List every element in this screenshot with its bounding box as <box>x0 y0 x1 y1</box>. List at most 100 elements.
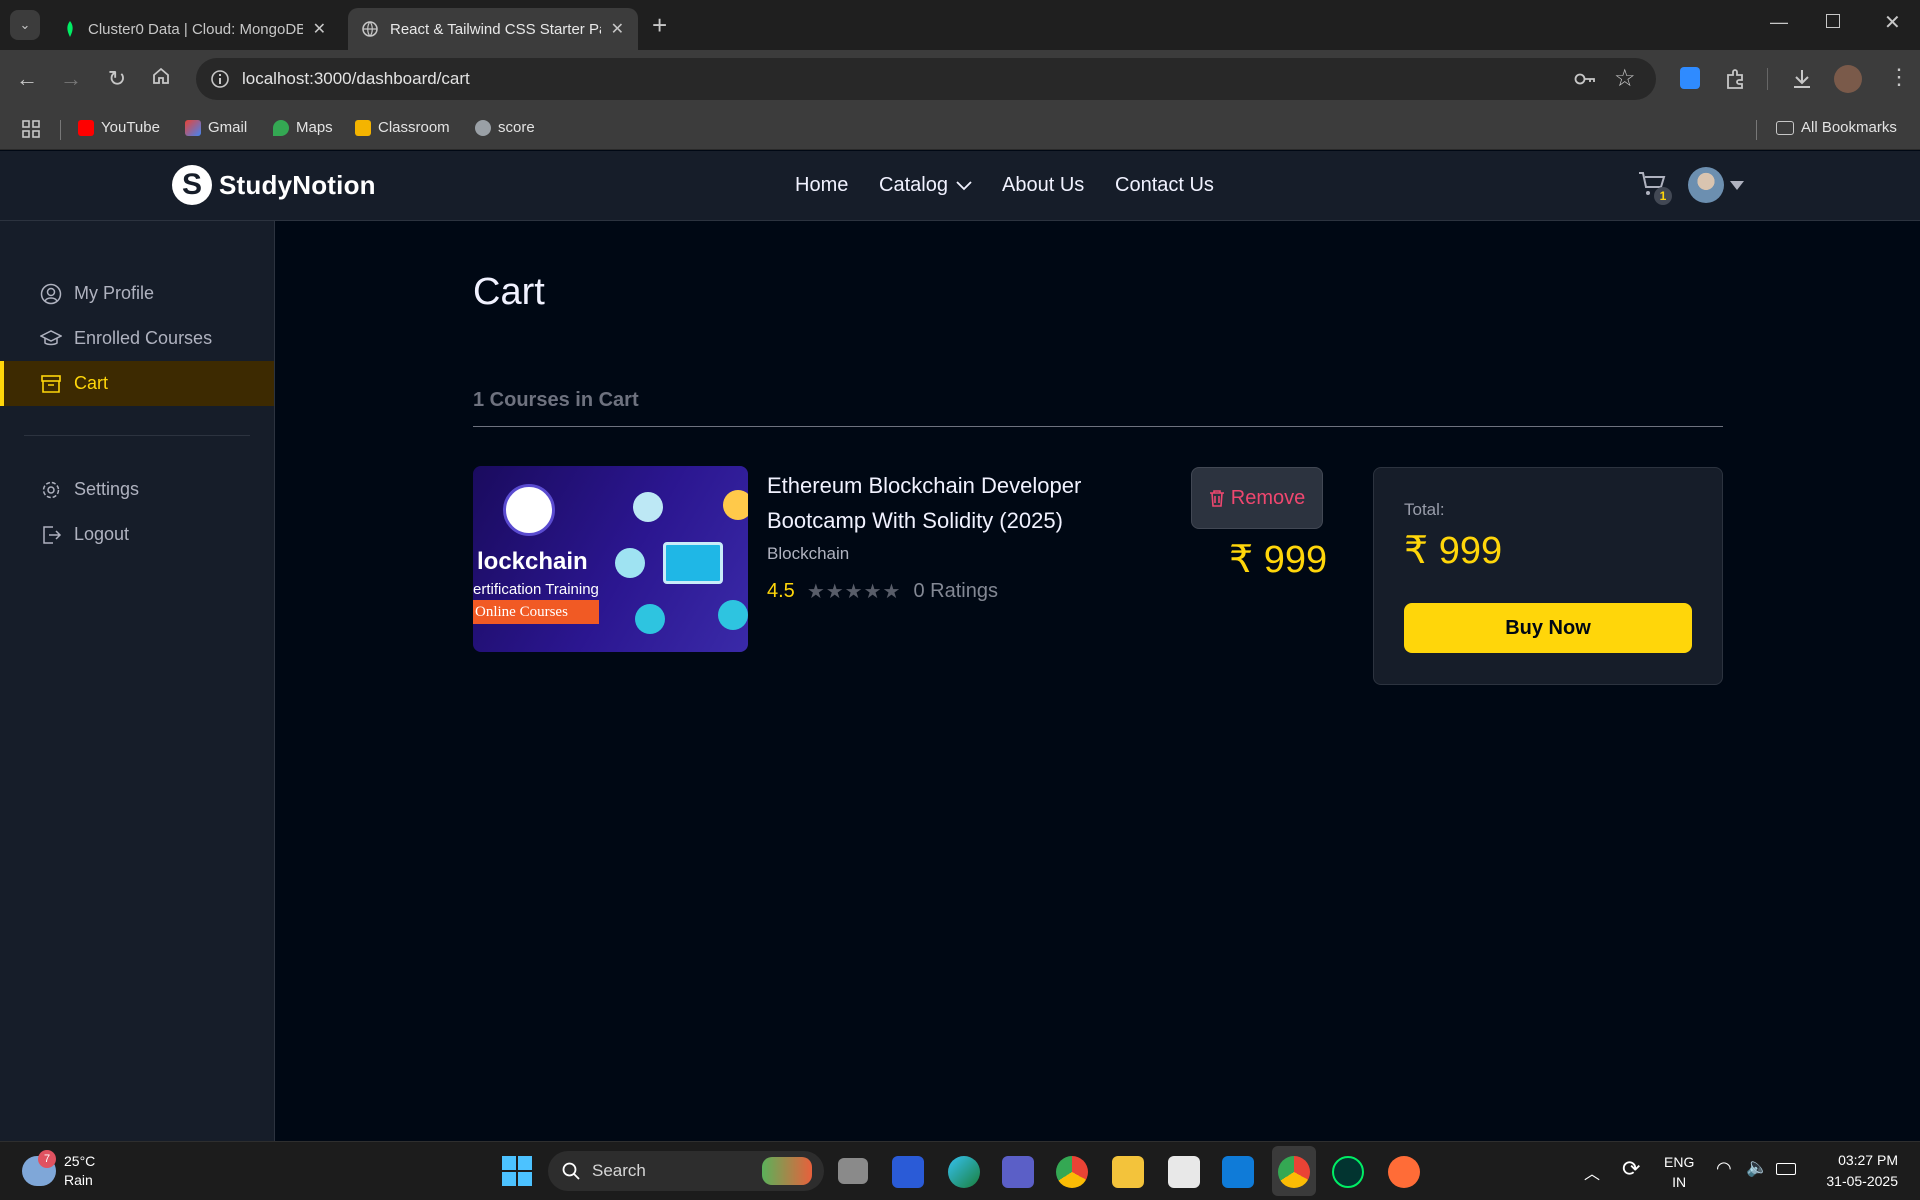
postman-icon[interactable] <box>1388 1156 1420 1188</box>
archive-icon <box>41 374 61 393</box>
clock[interactable]: 03:27 PM 31-05-2025 <box>1812 1150 1898 1192</box>
new-tab-button[interactable]: + <box>652 10 667 41</box>
home-button[interactable] <box>148 66 174 92</box>
taskbar-search[interactable]: Search <box>548 1151 824 1191</box>
weather-temp: 25°C <box>64 1153 96 1169</box>
browser-menu-icon[interactable]: ⋮ <box>1888 64 1910 90</box>
remove-button[interactable]: Remove <box>1191 467 1323 529</box>
weather-widget[interactable]: 7 25°C Rain <box>22 1150 96 1190</box>
caret-down-icon[interactable] <box>1730 181 1744 190</box>
nav-catalog[interactable]: Catalog <box>879 174 972 197</box>
buy-now-button[interactable]: Buy Now <box>1404 603 1692 653</box>
youtube-icon <box>78 119 94 136</box>
home-icon <box>153 67 169 84</box>
volume-icon[interactable]: 🔈 <box>1746 1157 1768 1178</box>
address-bar[interactable]: localhost:3000/dashboard/cart ☆ <box>196 58 1656 100</box>
close-window-button[interactable]: ✕ <box>1884 10 1901 35</box>
tray-overflow-icon[interactable]: ︿ <box>1584 1160 1600 1184</box>
sidebar-item-label: My Profile <box>74 283 155 303</box>
user-avatar[interactable] <box>1688 167 1724 203</box>
start-button[interactable] <box>502 1156 532 1186</box>
file-explorer-icon[interactable] <box>1112 1156 1144 1188</box>
cart-summary-card: Total: ₹ 999 Buy Now <box>1373 467 1723 685</box>
parrot-icon <box>762 1157 812 1185</box>
bookmark-maps[interactable]: Maps <box>273 119 333 136</box>
thumbnail-subtitle: ertification Training <box>473 581 599 598</box>
restore-button[interactable] <box>1826 14 1840 28</box>
sidebar-divider <box>24 435 250 436</box>
cart-button[interactable]: 1 <box>1638 171 1672 205</box>
battery-icon[interactable] <box>1776 1163 1796 1175</box>
extensions-puzzle-icon[interactable] <box>1724 67 1748 91</box>
classroom-icon <box>355 119 371 136</box>
course-price: ₹ 999 <box>1229 539 1328 581</box>
user-circle-icon <box>40 283 62 304</box>
bookmark-classroom[interactable]: Classroom <box>355 119 450 136</box>
bookmark-gmail[interactable]: Gmail <box>185 119 247 136</box>
course-title[interactable]: Ethereum Blockchain Developer Bootcamp W… <box>767 468 1081 538</box>
active-chrome-tile[interactable] <box>1272 1146 1316 1196</box>
weather-desc: Rain <box>64 1172 93 1188</box>
trash-icon <box>1209 490 1224 507</box>
app-navbar: S StudyNotion Home Catalog About Us Cont… <box>0 151 1920 221</box>
profile-avatar[interactable] <box>1834 65 1862 93</box>
task-view-icon[interactable] <box>838 1158 868 1184</box>
app-icon-blue[interactable] <box>892 1156 924 1188</box>
tab-react-tailwind[interactable]: React & Tailwind CSS Starter Pack ✕ <box>348 8 638 50</box>
teams-icon[interactable] <box>1002 1156 1034 1188</box>
sidebar-item-cart[interactable]: Cart <box>0 361 274 406</box>
cart-page: Cart 1 Courses in Cart lockchain ertific… <box>275 221 1920 1141</box>
nav-about[interactable]: About Us <box>1002 174 1084 197</box>
close-tab-icon[interactable]: ✕ <box>313 19 326 39</box>
mongodb-compass-icon[interactable] <box>1332 1156 1364 1188</box>
vscode-icon[interactable] <box>1222 1156 1254 1188</box>
sidebar-item-my-profile[interactable]: My Profile <box>0 271 274 316</box>
chrome-icon[interactable] <box>1056 1156 1088 1188</box>
sidebar-item-logout[interactable]: Logout <box>0 512 274 557</box>
download-icon[interactable] <box>1790 67 1814 91</box>
star-rating-icon: ★★★★★ <box>806 579 902 603</box>
bookmark-score[interactable]: score <box>475 119 535 136</box>
bookmark-star-icon[interactable]: ☆ <box>1614 64 1636 93</box>
all-bookmarks[interactable]: All Bookmarks <box>1776 119 1897 136</box>
sidebar-item-label: Logout <box>74 524 130 544</box>
studynotion-logo[interactable]: S StudyNotion <box>172 165 376 205</box>
site-info-icon[interactable] <box>210 69 230 89</box>
store-icon[interactable] <box>1168 1156 1200 1188</box>
apps-grid-icon[interactable] <box>22 120 40 138</box>
page-title: Cart <box>473 271 545 313</box>
reload-button[interactable]: ↻ <box>104 66 130 92</box>
minimize-button[interactable]: — <box>1770 12 1788 33</box>
close-tab-icon[interactable]: ✕ <box>611 19 624 39</box>
url-text: localhost:3000/dashboard/cart <box>242 69 470 88</box>
key-icon[interactable] <box>1574 70 1596 88</box>
tab-mongodb[interactable]: Cluster0 Data | Cloud: MongoDB ✕ <box>50 8 340 50</box>
course-thumbnail: lockchain ertification Training Online C… <box>473 466 748 652</box>
windows-logo-icon <box>502 1156 532 1186</box>
edge-icon[interactable] <box>948 1156 980 1188</box>
dashboard-sidebar: My Profile Enrolled Courses Cart Setting… <box>0 221 275 1141</box>
sync-icon[interactable]: ⟳ <box>1622 1156 1640 1182</box>
maps-icon <box>273 119 289 136</box>
wifi-icon[interactable]: ◠ <box>1716 1158 1732 1179</box>
sidebar-item-enrolled-courses[interactable]: Enrolled Courses <box>0 316 274 361</box>
nav-contact[interactable]: Contact Us <box>1115 174 1214 197</box>
extension-icon[interactable] <box>1680 67 1700 89</box>
forward-button[interactable]: → <box>58 66 84 92</box>
mongodb-leaf-icon <box>67 21 73 37</box>
windows-taskbar: 7 25°C Rain Search ︿ ⟳ ENG IN ◠ 🔈 03:27 … <box>0 1141 1920 1200</box>
tab-search-button[interactable]: ⌄ <box>10 10 40 40</box>
gear-badge-icon <box>615 548 645 578</box>
browser-tab-bar: ⌄ Cluster0 Data | Cloud: MongoDB ✕ React… <box>0 0 1920 50</box>
language-indicator[interactable]: ENG IN <box>1664 1152 1694 1192</box>
back-button[interactable]: ← <box>14 66 40 92</box>
laptop-illustration <box>663 542 723 584</box>
nav-home[interactable]: Home <box>795 174 848 197</box>
sidebar-item-settings[interactable]: Settings <box>0 467 274 512</box>
gear-icon <box>42 481 60 498</box>
ratings-count: 0 Ratings <box>913 579 998 602</box>
browser-toolbar: ← → ↻ localhost:3000/dashboard/cart ☆ ⋮ <box>0 50 1920 108</box>
bookmark-youtube[interactable]: YouTube <box>78 119 160 136</box>
rain-cloud-icon: 7 <box>22 1150 56 1186</box>
bookmarks-bar: YouTube Gmail Maps Classroom score All B… <box>0 108 1920 150</box>
